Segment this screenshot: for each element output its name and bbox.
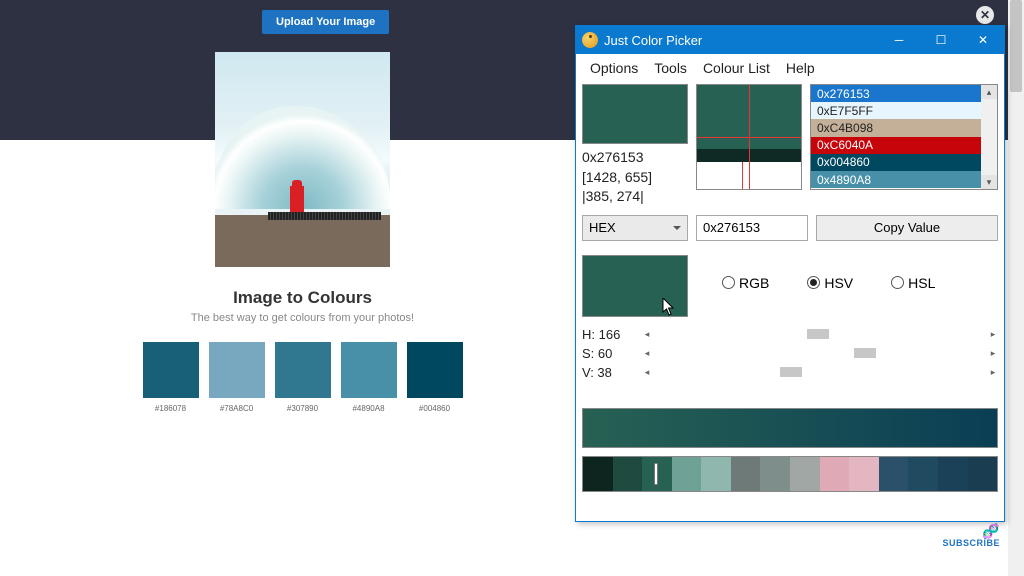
history-item[interactable]: 0xC6040A: [811, 137, 981, 154]
strip-swatch[interactable]: [820, 457, 850, 491]
mode-hsl-radio[interactable]: HSL: [891, 275, 935, 291]
strip-swatch[interactable]: [583, 457, 613, 491]
current-hex-label: 0x276153: [582, 148, 688, 168]
hsv-sliders: H: 166 ◂▸ S: 60 ◂▸ V: 38 ◂▸: [576, 317, 1004, 382]
image-to-colours-section: Image to Colours The best way to get col…: [0, 280, 605, 413]
window-title: Just Color Picker: [604, 33, 702, 48]
strip-swatch[interactable]: [849, 457, 879, 491]
strip-swatch[interactable]: [790, 457, 820, 491]
color-history: 0x2761530xE7F5FF0xC4B0980xC6040A0x004860…: [810, 84, 998, 190]
close-button[interactable]: ✕: [962, 26, 1004, 54]
chevron-up-icon[interactable]: ▴: [981, 85, 997, 99]
history-item[interactable]: 0xE7F5FF: [811, 102, 981, 119]
strip-swatch[interactable]: [613, 457, 643, 491]
menu-tools[interactable]: Tools: [646, 58, 695, 78]
mode-rgb-radio[interactable]: RGB: [722, 275, 769, 291]
screen-coords-label: [1428, 655]: [582, 168, 688, 188]
menu-colour-list[interactable]: Colour List: [695, 58, 778, 78]
format-select[interactable]: HEX: [582, 215, 688, 241]
palette-swatch[interactable]: [209, 342, 265, 398]
window-titlebar[interactable]: Just Color Picker ─ ☐ ✕: [576, 26, 1004, 54]
palette-swatch-label: #78A8C0: [220, 404, 253, 413]
zoom-preview: [696, 84, 802, 190]
menu-options[interactable]: Options: [582, 58, 646, 78]
gradient-bar[interactable]: [582, 408, 998, 448]
h-label: H: 166: [582, 327, 642, 342]
app-icon: [582, 32, 598, 48]
color-value-input[interactable]: 0x276153: [696, 215, 808, 241]
chevron-down-icon[interactable]: ▾: [981, 175, 997, 189]
page-scrollbar[interactable]: [1008, 0, 1024, 576]
local-coords-label: |385, 274|: [582, 187, 688, 207]
v-slider[interactable]: ◂▸: [642, 365, 998, 379]
s-label: S: 60: [582, 346, 642, 361]
strip-swatch[interactable]: [731, 457, 761, 491]
h-slider[interactable]: ◂▸: [642, 327, 998, 341]
strip-swatch[interactable]: [908, 457, 938, 491]
strip-swatch[interactable]: [760, 457, 790, 491]
minimize-button[interactable]: ─: [878, 26, 920, 54]
palette-swatch-label: #4890A8: [352, 404, 384, 413]
strip-swatch[interactable]: [642, 457, 672, 491]
palette-swatch-label: #004860: [419, 404, 450, 413]
page-subtitle: The best way to get colours from your ph…: [0, 312, 605, 324]
history-item[interactable]: 0x4890A8: [811, 171, 981, 188]
color-strip: [582, 456, 998, 492]
s-slider[interactable]: ◂▸: [642, 346, 998, 360]
page-title: Image to Colours: [0, 288, 605, 308]
color-picker-window: Just Color Picker ─ ☐ ✕ Options Tools Co…: [575, 25, 1005, 522]
copy-value-button[interactable]: Copy Value: [816, 215, 998, 241]
maximize-button[interactable]: ☐: [920, 26, 962, 54]
menu-help[interactable]: Help: [778, 58, 823, 78]
upload-image-button[interactable]: Upload Your Image: [262, 10, 389, 34]
history-scrollbar[interactable]: ▴ ▾: [981, 85, 997, 189]
palette-swatch-label: #186078: [155, 404, 186, 413]
subscribe-badge[interactable]: 🧬 SUBSCRIBE: [942, 523, 1000, 548]
strip-swatch[interactable]: [968, 457, 998, 491]
current-color-swatch: [582, 84, 688, 144]
close-overlay-button[interactable]: ✕: [976, 6, 994, 24]
selected-color-swatch: [582, 255, 688, 317]
strip-swatch[interactable]: [879, 457, 909, 491]
palette-swatch[interactable]: [407, 342, 463, 398]
palette-swatch[interactable]: [341, 342, 397, 398]
mode-hsv-radio[interactable]: HSV: [807, 275, 853, 291]
strip-swatch[interactable]: [701, 457, 731, 491]
palette-swatch[interactable]: [275, 342, 331, 398]
history-item[interactable]: 0xC4B098: [811, 119, 981, 136]
palette-swatch-label: #307890: [287, 404, 318, 413]
palette-row: #186078 #78A8C0 #307890 #4890A8 #004860: [0, 342, 605, 413]
palette-swatch[interactable]: [143, 342, 199, 398]
strip-swatch[interactable]: [672, 457, 702, 491]
menubar: Options Tools Colour List Help: [576, 54, 1004, 84]
history-item[interactable]: 0x276153: [811, 85, 981, 102]
uploaded-photo: [215, 52, 390, 267]
v-label: V: 38: [582, 365, 642, 380]
history-item[interactable]: 0x004860: [811, 154, 981, 171]
strip-swatch[interactable]: [938, 457, 968, 491]
